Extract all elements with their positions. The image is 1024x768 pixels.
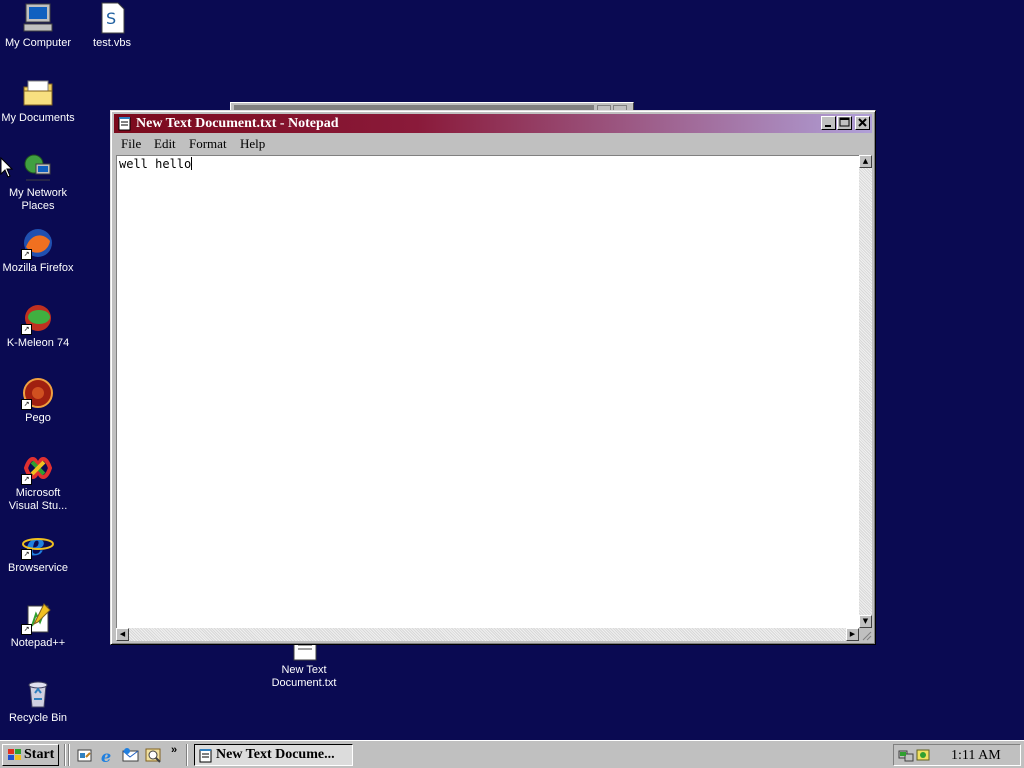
script-file-icon: S <box>96 2 128 34</box>
start-label: Start <box>24 747 55 762</box>
system-tray: 1:11 AM <box>893 744 1021 766</box>
taskbar-button-notepad[interactable]: New Text Docume... <box>194 744 353 766</box>
computer-icon <box>22 2 54 34</box>
scroll-up-button[interactable]: ▲ <box>859 155 872 168</box>
desktop-icon-notepadpp[interactable]: ↗ Notepad++ <box>0 602 76 650</box>
menu-file[interactable]: File <box>121 136 141 152</box>
scroll-right-button[interactable]: ▶ <box>846 628 859 641</box>
maximize-button[interactable] <box>837 116 852 130</box>
tray-app-icon[interactable] <box>915 747 931 763</box>
desktop-icon-label: Recycle Bin <box>8 712 68 724</box>
desktop-icon-label: K-Meleon 74 <box>6 337 70 349</box>
size-grip[interactable] <box>859 628 872 641</box>
maximize-icon <box>839 117 850 127</box>
taskbar-separator <box>68 744 70 766</box>
menu-edit[interactable]: Edit <box>154 136 176 152</box>
desktop-icon-label: Browservice <box>8 562 68 574</box>
shortcut-arrow-icon: ↗ <box>21 549 32 560</box>
internet-explorer-icon[interactable]: e <box>99 747 116 764</box>
horizontal-scrollbar[interactable]: ◀ ▶ <box>116 628 859 641</box>
desktop-icon-label: My Computer <box>4 37 72 49</box>
notepadpp-icon: ↗ <box>21 602 54 635</box>
notepad-window: New Text Document.txt - Notepad File Edi… <box>110 110 876 645</box>
desktop-icon-label: New Text Document.txt <box>271 664 337 689</box>
arrow-right-icon: ▶ <box>849 630 856 638</box>
start-button[interactable]: Start <box>2 744 59 766</box>
taskbar-separator <box>186 744 188 766</box>
shortcut-arrow-icon: ↗ <box>21 624 32 635</box>
show-desktop-icon[interactable] <box>76 747 93 764</box>
titlebar[interactable]: New Text Document.txt - Notepad <box>114 114 872 133</box>
shortcut-arrow-icon: ↗ <box>21 324 32 335</box>
internet-explorer-icon: e ↗ <box>21 527 54 563</box>
scroll-left-button[interactable]: ◀ <box>116 628 129 641</box>
windows-logo-icon <box>8 749 21 760</box>
menu-help[interactable]: Help <box>240 136 265 152</box>
text-caret <box>191 157 193 170</box>
vertical-scrollbar[interactable]: ▲ ▼ <box>859 155 872 628</box>
arrow-down-icon: ▼ <box>862 617 869 625</box>
menu-bar: File Edit Format Help <box>114 135 872 153</box>
minimize-icon <box>825 125 831 127</box>
desktop-icon-firefox[interactable]: ↗ Mozilla Firefox <box>0 227 76 275</box>
taskbar-button-label: New Text Docume... <box>216 747 335 762</box>
kmeleon-icon: ↗ <box>21 302 54 335</box>
network-status-icon[interactable] <box>898 747 914 763</box>
text-editor[interactable]: well hello <box>116 155 859 628</box>
quick-launch-more-button[interactable]: » <box>171 744 177 756</box>
shortcut-arrow-icon: ↗ <box>21 249 32 260</box>
taskbar-separator <box>64 744 66 766</box>
arrow-up-icon: ▲ <box>862 157 869 165</box>
editor-content: well hello <box>119 157 193 171</box>
window-title: New Text Document.txt - Notepad <box>136 116 339 131</box>
desktop-icon-my-documents[interactable]: My Documents <box>0 77 76 125</box>
desktop-icon-browservice[interactable]: e ↗ Browservice <box>0 527 76 575</box>
arrow-left-icon: ◀ <box>119 630 126 638</box>
desktop-icon-label: Microsoft Visual Stu... <box>8 487 68 512</box>
desktop-icon-my-computer[interactable]: My Computer <box>0 2 76 50</box>
svg-text:S: S <box>106 9 116 28</box>
notepad-icon <box>199 749 212 763</box>
desktop-icon-pego[interactable]: ↗ Pego <box>0 377 76 425</box>
close-icon <box>858 118 867 127</box>
minimize-button[interactable] <box>821 116 836 130</box>
resize-grip-icon <box>862 631 872 641</box>
desktop-icon-label: Mozilla Firefox <box>2 262 74 274</box>
desktop-icon-visual-studio[interactable]: ↗ Microsoft Visual Stu... <box>0 452 76 513</box>
pego-icon: ↗ <box>21 377 54 410</box>
folder-icon <box>22 77 54 109</box>
desktop-icon-kmeleon[interactable]: ↗ K-Meleon 74 <box>0 302 76 350</box>
desktop-icon-recycle-bin[interactable]: Recycle Bin <box>0 677 76 725</box>
editor-text: well hello <box>119 157 192 171</box>
taskbar: Start e » New Text Docume... 1:11 AM <box>0 740 1024 768</box>
notepad-icon <box>118 117 131 131</box>
network-icon <box>22 152 54 184</box>
scroll-down-button[interactable]: ▼ <box>859 615 872 628</box>
desktop-icon-label: Pego <box>25 412 51 424</box>
outlook-icon[interactable] <box>122 747 139 764</box>
menu-format[interactable]: Format <box>189 136 227 152</box>
firefox-icon: ↗ <box>21 227 54 260</box>
clock: 1:11 AM <box>951 748 1001 763</box>
close-button[interactable] <box>855 116 870 130</box>
desktop-icon-label: Notepad++ <box>10 637 66 649</box>
svg-text:e: e <box>101 747 111 764</box>
visual-studio-icon: ↗ <box>21 452 54 485</box>
desktop-icon-label: My Documents <box>1 112 75 124</box>
recycle-bin-icon <box>22 677 54 709</box>
search-icon[interactable] <box>145 747 162 764</box>
desktop-icon-label: test.vbs <box>93 37 131 49</box>
shortcut-arrow-icon: ↗ <box>21 399 32 410</box>
mouse-pointer-icon <box>0 157 14 178</box>
desktop-icon-label: My Network Places <box>8 187 68 212</box>
shortcut-arrow-icon: ↗ <box>21 474 32 485</box>
desktop-icon-test-vbs[interactable]: S test.vbs <box>74 2 150 50</box>
